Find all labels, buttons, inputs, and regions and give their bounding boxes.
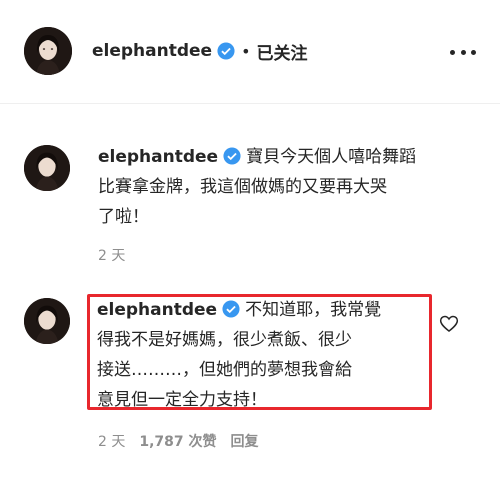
comment-body: elephantdee 寶貝今天個人嘻哈舞蹈 比賽拿金牌，我這個做媽的又要再大哭 …	[98, 142, 438, 232]
comment-text: 寶貝今天個人嘻哈舞蹈	[246, 147, 417, 167]
avatar[interactable]	[24, 298, 70, 344]
comment-time[interactable]: 2 天	[98, 245, 125, 265]
separator-dot: •	[241, 41, 251, 61]
post-header: elephantdee • 已关注	[0, 0, 500, 104]
comment-text: 了啦！	[98, 207, 149, 227]
avatar[interactable]	[24, 145, 70, 191]
comment-text: 比賽拿金牌，我這個做媽的又要再大哭	[98, 177, 387, 197]
verified-badge-icon	[217, 42, 235, 60]
avatar[interactable]	[24, 27, 72, 75]
more-options-icon[interactable]	[450, 43, 476, 61]
comment-meta: 2 天	[98, 245, 125, 265]
header-username[interactable]: elephantdee	[92, 41, 212, 61]
reply-button[interactable]: 回复	[231, 431, 259, 451]
comment-username[interactable]: elephantdee	[98, 147, 218, 167]
follow-status-button[interactable]: 已关注	[257, 39, 308, 64]
highlight-box	[87, 294, 432, 410]
heart-icon[interactable]	[439, 314, 459, 334]
like-count[interactable]: 1,787 次赞	[139, 431, 216, 451]
comment-meta: 2 天 1,787 次赞 回复	[98, 431, 259, 451]
verified-badge-icon	[223, 145, 241, 165]
comment-time[interactable]: 2 天	[98, 431, 125, 451]
